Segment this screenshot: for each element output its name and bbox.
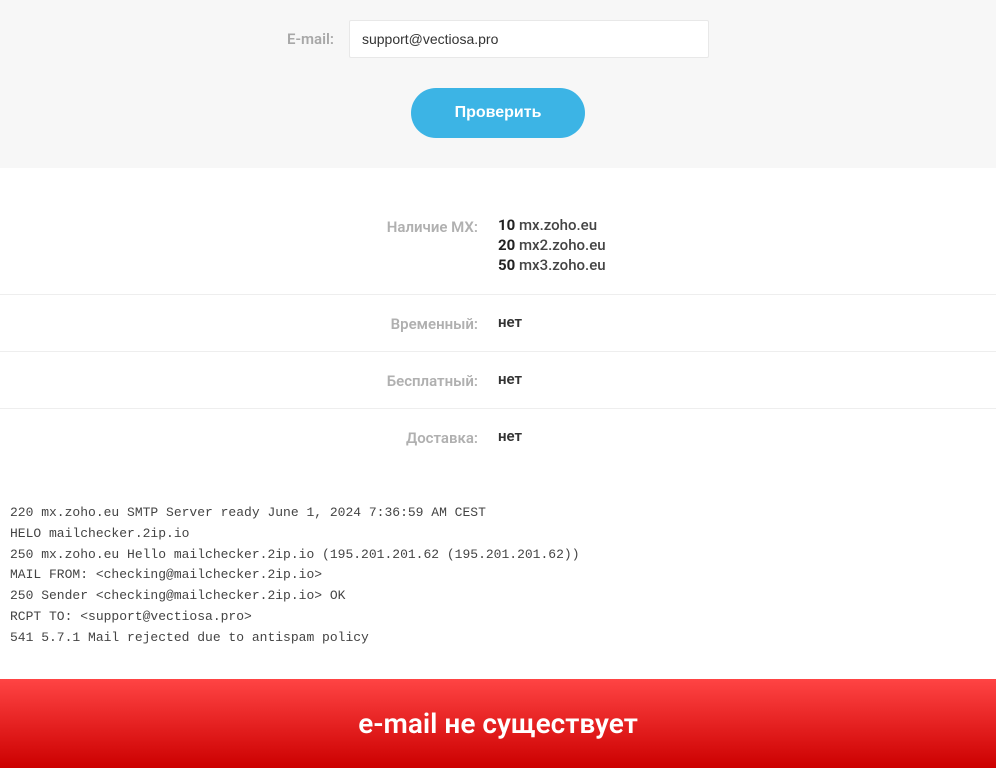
mx-list: 10 mx.zoho.eu 20 mx2.zoho.eu 50 mx3.zoho… bbox=[498, 216, 996, 274]
form-row: E-mail: bbox=[0, 20, 996, 58]
mx-host: mx.zoho.eu bbox=[519, 216, 597, 234]
mx-host: mx3.zoho.eu bbox=[519, 256, 606, 274]
mx-item: 10 mx.zoho.eu bbox=[498, 216, 996, 234]
free-label: Бесплатный: bbox=[0, 370, 498, 390]
free-value: нет bbox=[498, 370, 996, 390]
delivery-value: нет bbox=[498, 427, 996, 447]
form-section: E-mail: Проверить bbox=[0, 0, 996, 168]
smtp-log: 220 mx.zoho.eu SMTP Server ready June 1,… bbox=[0, 485, 996, 667]
email-input[interactable] bbox=[349, 20, 709, 58]
result-row-free: Бесплатный: нет bbox=[0, 352, 996, 409]
mx-value: 10 mx.zoho.eu 20 mx2.zoho.eu 50 mx3.zoho… bbox=[498, 216, 996, 276]
mx-host: mx2.zoho.eu bbox=[519, 236, 606, 254]
temporary-label: Временный: bbox=[0, 313, 498, 333]
mx-item: 50 mx3.zoho.eu bbox=[498, 256, 996, 274]
delivery-label: Доставка: bbox=[0, 427, 498, 447]
mx-item: 20 mx2.zoho.eu bbox=[498, 236, 996, 254]
result-row-temporary: Временный: нет bbox=[0, 295, 996, 352]
check-button[interactable]: Проверить bbox=[411, 88, 586, 138]
status-banner: e-mail не существует bbox=[0, 679, 996, 768]
mx-label: Наличие MX: bbox=[0, 216, 498, 276]
result-row-mx: Наличие MX: 10 mx.zoho.eu 20 mx2.zoho.eu… bbox=[0, 198, 996, 295]
mx-priority: 50 bbox=[498, 256, 515, 274]
mx-priority: 10 bbox=[498, 216, 515, 234]
temporary-value: нет bbox=[498, 313, 996, 333]
results-section: Наличие MX: 10 mx.zoho.eu 20 mx2.zoho.eu… bbox=[0, 168, 996, 475]
email-label: E-mail: bbox=[287, 30, 334, 48]
result-row-delivery: Доставка: нет bbox=[0, 409, 996, 465]
mx-priority: 20 bbox=[498, 236, 515, 254]
